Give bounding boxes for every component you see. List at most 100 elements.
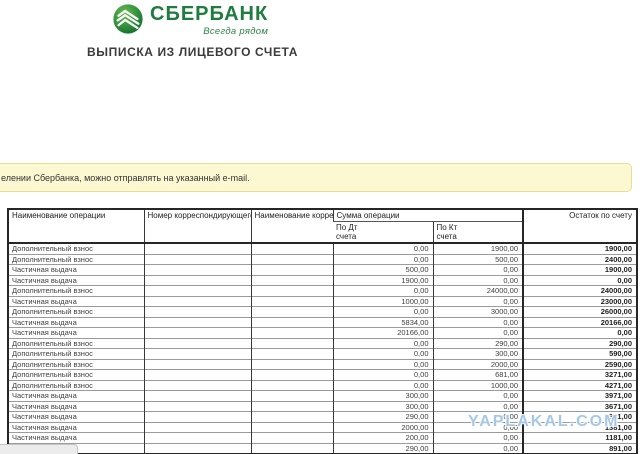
table-row: Дополнительный взнос0,002000,002590,00 — [8, 359, 637, 370]
cell-operation: Дополнительный взнос — [8, 380, 144, 391]
cell-operation: Частичная выдача — [8, 275, 144, 286]
cell-debit: 1000,00 — [333, 296, 433, 307]
cell-debit: 0,00 — [333, 307, 433, 318]
cell-credit: 0,00 — [433, 443, 523, 454]
cell-debit: 20166,00 — [333, 328, 433, 339]
cell-credit: 0,00 — [433, 296, 523, 307]
cell-credit: 300,00 — [433, 349, 523, 360]
cell-corr-name — [251, 328, 333, 339]
cell-debit: 290,00 — [333, 412, 433, 423]
cell-corr-name — [251, 243, 333, 254]
cell-operation: Дополнительный взнос — [8, 370, 144, 381]
cell-credit: 500,00 — [433, 254, 523, 265]
brand-tagline: Всегда рядом — [203, 26, 268, 37]
table-row: Частичная выдача300,000,003971,00 — [8, 391, 637, 402]
brand-header: СБЕРБАНК Всегда рядом — [112, 3, 268, 37]
cell-credit: 0,00 — [433, 265, 523, 276]
cell-debit: 0,00 — [333, 243, 433, 254]
table-row: Дополнительный взнос 0,00681,003271,00 — [8, 370, 637, 381]
watermark: YAPLAKAL.COM — [468, 413, 619, 431]
sberbank-emblem-icon — [112, 3, 144, 35]
cell-operation: Дополнительный взнос — [8, 307, 144, 318]
table-row: Частичная выдача 500,000,001900,00 — [8, 265, 637, 276]
cell-corr-name — [251, 443, 333, 454]
table-row: Дополнительный взнос0,001900,001900,00 — [8, 243, 637, 254]
cell-corr-account — [144, 412, 251, 423]
cell-balance: 2400,00 — [523, 254, 637, 265]
cell-credit: 1900,00 — [433, 243, 523, 254]
table-row: Частичная выдача5834,000,0020166,00 — [8, 317, 637, 328]
cell-debit: 300,00 — [333, 401, 433, 412]
cell-operation: Частичная выдача — [8, 265, 144, 276]
cell-balance: 26000,00 — [523, 307, 637, 318]
cell-corr-account — [144, 380, 251, 391]
cell-debit: 2000,00 — [333, 422, 433, 433]
cell-corr-account — [144, 328, 251, 339]
cell-credit: 0,00 — [433, 317, 523, 328]
cell-debit: 200,00 — [333, 433, 433, 444]
cell-corr-account — [144, 370, 251, 381]
cell-balance: 1181,00 — [523, 433, 637, 444]
cell-operation: Частичная выдача — [8, 296, 144, 307]
cell-operation: Частичная выдача — [8, 328, 144, 339]
cell-balance: 24000,00 — [523, 286, 637, 297]
cell-corr-name — [251, 338, 333, 349]
cell-credit: 0,00 — [433, 275, 523, 286]
cell-credit: 681,00 — [433, 370, 523, 381]
cell-balance: 1900,00 — [523, 243, 637, 254]
cell-corr-name — [251, 433, 333, 444]
cell-corr-account — [144, 254, 251, 265]
table-row: Дополнительный взнос0,0024000,0024000,00 — [8, 286, 637, 297]
cell-balance: 590,00 — [523, 349, 637, 360]
cell-balance: 1900,00 — [523, 265, 637, 276]
cell-corr-name — [251, 265, 333, 276]
cell-corr-account — [144, 349, 251, 360]
cell-operation: Частичная выдача — [8, 412, 144, 423]
cell-debit: 300,00 — [333, 391, 433, 402]
cell-operation: Дополнительный взнос — [8, 338, 144, 349]
cell-corr-name — [251, 422, 333, 433]
cell-corr-name — [251, 349, 333, 360]
cell-credit: 2000,00 — [433, 359, 523, 370]
cell-debit: 5834,00 — [333, 317, 433, 328]
cell-corr-account — [144, 307, 251, 318]
col-header-amount-group: Сумма операции — [333, 209, 523, 222]
table-row: Частичная выдача20166,000,000,00 — [8, 328, 637, 339]
cell-credit: 290,00 — [433, 338, 523, 349]
table-row: Дополнительный взнос 0,003000,0026000,00 — [8, 307, 637, 318]
col-header-balance: Остаток по счету — [523, 209, 637, 243]
cell-debit: 500,00 — [333, 265, 433, 276]
cell-balance: 891,00 — [523, 443, 637, 454]
cell-operation: Частичная выдача — [8, 422, 144, 433]
cell-operation: Дополнительный взнос — [8, 243, 144, 254]
col-header-corr-name: Наименование корреспондента — [251, 209, 333, 243]
cell-corr-name — [251, 317, 333, 328]
cell-debit: 0,00 — [333, 380, 433, 391]
cell-corr-name — [251, 391, 333, 402]
cell-debit: 0,00 — [333, 370, 433, 381]
cell-operation: Частичная выдача — [8, 391, 144, 402]
cell-corr-account — [144, 443, 251, 454]
table-row: Частичная выдача300,000,003671,00 — [8, 401, 637, 412]
cell-credit: 1000,00 — [433, 380, 523, 391]
cell-corr-account — [144, 243, 251, 254]
cell-balance: 2590,00 — [523, 359, 637, 370]
cell-corr-account — [144, 433, 251, 444]
cell-corr-account — [144, 275, 251, 286]
cell-operation: Дополнительный взнос — [8, 349, 144, 360]
cell-corr-name — [251, 370, 333, 381]
cell-corr-name — [251, 359, 333, 370]
cell-corr-name — [251, 307, 333, 318]
cell-corr-account — [144, 391, 251, 402]
cell-debit: 1900,00 — [333, 275, 433, 286]
cell-credit: 3000,00 — [433, 307, 523, 318]
cell-debit: 290,00 — [333, 443, 433, 454]
cell-balance: 23000,00 — [523, 296, 637, 307]
cell-balance: 3271,00 — [523, 370, 637, 381]
table-row: Частичная выдача200,000,001181,00 — [8, 433, 637, 444]
cell-operation: Частичная выдача — [8, 433, 144, 444]
cell-corr-name — [251, 380, 333, 391]
cell-corr-account — [144, 286, 251, 297]
cell-debit: 0,00 — [333, 359, 433, 370]
cell-corr-name — [251, 296, 333, 307]
